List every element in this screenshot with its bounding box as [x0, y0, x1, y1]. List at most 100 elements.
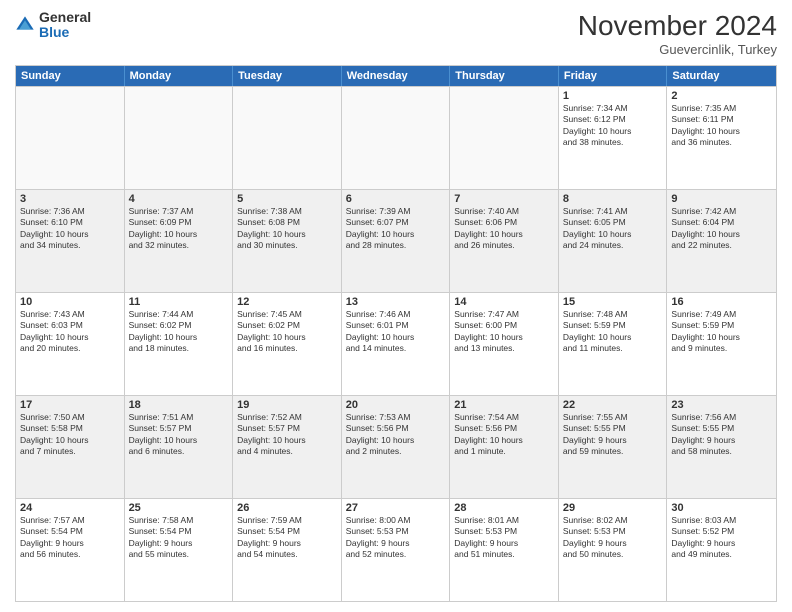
day-info: Sunrise: 8:02 AM Sunset: 5:53 PM Dayligh… — [563, 515, 663, 561]
weekday-header-saturday: Saturday — [667, 66, 776, 86]
day-info: Sunrise: 7:43 AM Sunset: 6:03 PM Dayligh… — [20, 309, 120, 355]
day-number: 6 — [346, 193, 446, 205]
day-number: 27 — [346, 502, 446, 514]
day-number: 2 — [671, 90, 772, 102]
week-row-2: 10Sunrise: 7:43 AM Sunset: 6:03 PM Dayli… — [16, 292, 776, 395]
day-number: 25 — [129, 502, 229, 514]
day-cell-1: 1Sunrise: 7:34 AM Sunset: 6:12 PM Daylig… — [559, 87, 668, 189]
day-number: 8 — [563, 193, 663, 205]
day-number: 3 — [20, 193, 120, 205]
day-info: Sunrise: 7:37 AM Sunset: 6:09 PM Dayligh… — [129, 206, 229, 252]
day-number: 26 — [237, 502, 337, 514]
day-cell-3: 3Sunrise: 7:36 AM Sunset: 6:10 PM Daylig… — [16, 190, 125, 292]
day-cell-28: 28Sunrise: 8:01 AM Sunset: 5:53 PM Dayli… — [450, 499, 559, 601]
day-number: 29 — [563, 502, 663, 514]
day-info: Sunrise: 7:56 AM Sunset: 5:55 PM Dayligh… — [671, 412, 772, 458]
day-cell-13: 13Sunrise: 7:46 AM Sunset: 6:01 PM Dayli… — [342, 293, 451, 395]
day-cell-7: 7Sunrise: 7:40 AM Sunset: 6:06 PM Daylig… — [450, 190, 559, 292]
month-title: November 2024 — [578, 10, 777, 42]
day-info: Sunrise: 7:49 AM Sunset: 5:59 PM Dayligh… — [671, 309, 772, 355]
location: Guevercinlik, Turkey — [578, 42, 777, 57]
day-cell-9: 9Sunrise: 7:42 AM Sunset: 6:04 PM Daylig… — [667, 190, 776, 292]
day-cell-30: 30Sunrise: 8:03 AM Sunset: 5:52 PM Dayli… — [667, 499, 776, 601]
day-cell-22: 22Sunrise: 7:55 AM Sunset: 5:55 PM Dayli… — [559, 396, 668, 498]
weekday-header-thursday: Thursday — [450, 66, 559, 86]
weekday-header-monday: Monday — [125, 66, 234, 86]
week-row-0: 1Sunrise: 7:34 AM Sunset: 6:12 PM Daylig… — [16, 86, 776, 189]
logo: General Blue — [15, 10, 91, 41]
day-cell-27: 27Sunrise: 8:00 AM Sunset: 5:53 PM Dayli… — [342, 499, 451, 601]
day-number: 30 — [671, 502, 772, 514]
empty-cell — [450, 87, 559, 189]
day-cell-23: 23Sunrise: 7:56 AM Sunset: 5:55 PM Dayli… — [667, 396, 776, 498]
day-cell-12: 12Sunrise: 7:45 AM Sunset: 6:02 PM Dayli… — [233, 293, 342, 395]
day-number: 24 — [20, 502, 120, 514]
day-cell-6: 6Sunrise: 7:39 AM Sunset: 6:07 PM Daylig… — [342, 190, 451, 292]
day-cell-5: 5Sunrise: 7:38 AM Sunset: 6:08 PM Daylig… — [233, 190, 342, 292]
empty-cell — [16, 87, 125, 189]
day-info: Sunrise: 7:34 AM Sunset: 6:12 PM Dayligh… — [563, 103, 663, 149]
day-info: Sunrise: 7:50 AM Sunset: 5:58 PM Dayligh… — [20, 412, 120, 458]
day-info: Sunrise: 7:38 AM Sunset: 6:08 PM Dayligh… — [237, 206, 337, 252]
empty-cell — [125, 87, 234, 189]
week-row-3: 17Sunrise: 7:50 AM Sunset: 5:58 PM Dayli… — [16, 395, 776, 498]
day-number: 21 — [454, 399, 554, 411]
day-info: Sunrise: 7:53 AM Sunset: 5:56 PM Dayligh… — [346, 412, 446, 458]
day-cell-14: 14Sunrise: 7:47 AM Sunset: 6:00 PM Dayli… — [450, 293, 559, 395]
day-number: 10 — [20, 296, 120, 308]
day-number: 13 — [346, 296, 446, 308]
day-cell-29: 29Sunrise: 8:02 AM Sunset: 5:53 PM Dayli… — [559, 499, 668, 601]
calendar: SundayMondayTuesdayWednesdayThursdayFrid… — [15, 65, 777, 602]
day-number: 1 — [563, 90, 663, 102]
day-number: 11 — [129, 296, 229, 308]
day-info: Sunrise: 7:36 AM Sunset: 6:10 PM Dayligh… — [20, 206, 120, 252]
day-cell-11: 11Sunrise: 7:44 AM Sunset: 6:02 PM Dayli… — [125, 293, 234, 395]
week-row-1: 3Sunrise: 7:36 AM Sunset: 6:10 PM Daylig… — [16, 189, 776, 292]
day-info: Sunrise: 7:58 AM Sunset: 5:54 PM Dayligh… — [129, 515, 229, 561]
day-cell-25: 25Sunrise: 7:58 AM Sunset: 5:54 PM Dayli… — [125, 499, 234, 601]
weekday-header-wednesday: Wednesday — [342, 66, 451, 86]
day-cell-19: 19Sunrise: 7:52 AM Sunset: 5:57 PM Dayli… — [233, 396, 342, 498]
day-number: 22 — [563, 399, 663, 411]
day-cell-21: 21Sunrise: 7:54 AM Sunset: 5:56 PM Dayli… — [450, 396, 559, 498]
day-number: 15 — [563, 296, 663, 308]
day-info: Sunrise: 7:40 AM Sunset: 6:06 PM Dayligh… — [454, 206, 554, 252]
day-number: 9 — [671, 193, 772, 205]
day-number: 12 — [237, 296, 337, 308]
day-info: Sunrise: 7:57 AM Sunset: 5:54 PM Dayligh… — [20, 515, 120, 561]
day-info: Sunrise: 7:46 AM Sunset: 6:01 PM Dayligh… — [346, 309, 446, 355]
day-info: Sunrise: 7:44 AM Sunset: 6:02 PM Dayligh… — [129, 309, 229, 355]
weekday-header-friday: Friday — [559, 66, 668, 86]
empty-cell — [233, 87, 342, 189]
week-row-4: 24Sunrise: 7:57 AM Sunset: 5:54 PM Dayli… — [16, 498, 776, 601]
day-info: Sunrise: 7:41 AM Sunset: 6:05 PM Dayligh… — [563, 206, 663, 252]
weekday-header-sunday: Sunday — [16, 66, 125, 86]
logo-blue: Blue — [39, 25, 91, 40]
day-info: Sunrise: 7:55 AM Sunset: 5:55 PM Dayligh… — [563, 412, 663, 458]
day-info: Sunrise: 7:35 AM Sunset: 6:11 PM Dayligh… — [671, 103, 772, 149]
day-number: 23 — [671, 399, 772, 411]
day-info: Sunrise: 7:51 AM Sunset: 5:57 PM Dayligh… — [129, 412, 229, 458]
day-number: 5 — [237, 193, 337, 205]
day-info: Sunrise: 7:59 AM Sunset: 5:54 PM Dayligh… — [237, 515, 337, 561]
weekday-header-tuesday: Tuesday — [233, 66, 342, 86]
title-block: November 2024 Guevercinlik, Turkey — [578, 10, 777, 57]
day-cell-26: 26Sunrise: 7:59 AM Sunset: 5:54 PM Dayli… — [233, 499, 342, 601]
day-cell-8: 8Sunrise: 7:41 AM Sunset: 6:05 PM Daylig… — [559, 190, 668, 292]
header: General Blue November 2024 Guevercinlik,… — [15, 10, 777, 57]
day-info: Sunrise: 7:54 AM Sunset: 5:56 PM Dayligh… — [454, 412, 554, 458]
day-info: Sunrise: 7:39 AM Sunset: 6:07 PM Dayligh… — [346, 206, 446, 252]
day-number: 14 — [454, 296, 554, 308]
day-number: 19 — [237, 399, 337, 411]
day-cell-20: 20Sunrise: 7:53 AM Sunset: 5:56 PM Dayli… — [342, 396, 451, 498]
day-number: 7 — [454, 193, 554, 205]
day-cell-17: 17Sunrise: 7:50 AM Sunset: 5:58 PM Dayli… — [16, 396, 125, 498]
logo-icon — [15, 15, 35, 35]
logo-text: General Blue — [39, 10, 91, 41]
day-info: Sunrise: 7:47 AM Sunset: 6:00 PM Dayligh… — [454, 309, 554, 355]
day-number: 20 — [346, 399, 446, 411]
day-info: Sunrise: 7:42 AM Sunset: 6:04 PM Dayligh… — [671, 206, 772, 252]
page: General Blue November 2024 Guevercinlik,… — [0, 0, 792, 612]
empty-cell — [342, 87, 451, 189]
day-cell-4: 4Sunrise: 7:37 AM Sunset: 6:09 PM Daylig… — [125, 190, 234, 292]
